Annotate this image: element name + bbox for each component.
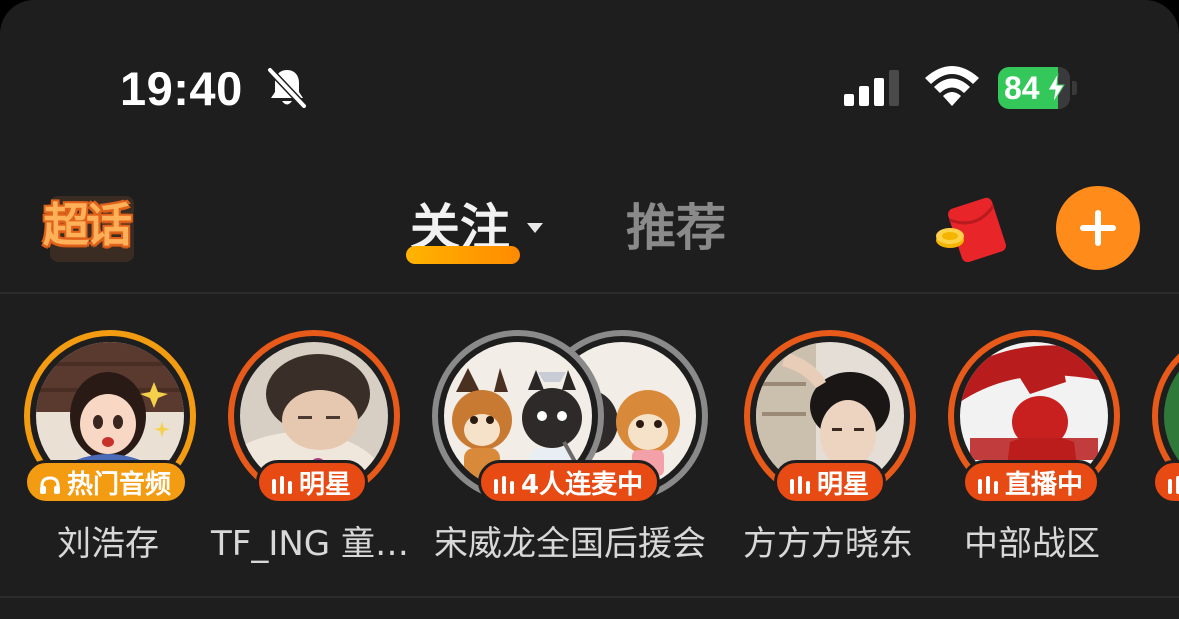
audio-bars-icon (1168, 476, 1179, 494)
story-badge: 明星 (256, 460, 369, 504)
battery-percent: 84 (1004, 70, 1040, 106)
story-badge (1152, 460, 1179, 504)
add-button[interactable] (1056, 186, 1140, 270)
plus-icon (1080, 210, 1116, 246)
story-name: 刘浩存 (57, 524, 159, 564)
story-badge: 直播中 (962, 460, 1101, 504)
story-badge: 4人连麦中 (478, 460, 661, 504)
story-item-partial[interactable] (1150, 330, 1179, 570)
audio-bars-icon (978, 476, 998, 494)
story-item[interactable]: 4人连麦中 宋威龙全国后援会 (420, 330, 720, 570)
section-divider (0, 596, 1179, 598)
story-item[interactable]: 明星 TF_ING 童… (210, 330, 410, 570)
app-screen: 19:40 84 超话 关注 推荐 热门音频 刘浩存 明星 TF_ING 童… … (0, 0, 1179, 619)
wifi-icon (925, 66, 979, 106)
bell-slash-icon (267, 67, 307, 109)
story-badge: 热门音频 (24, 460, 189, 504)
audio-bars-icon (790, 476, 810, 494)
active-tab-indicator (406, 246, 520, 264)
story-name: TF_ING 童… (211, 524, 409, 564)
tab-recommend[interactable]: 推荐 (626, 198, 726, 258)
audio-bars-icon (494, 476, 514, 494)
story-name: 宋威龙全国后援会 (434, 524, 706, 564)
story-item[interactable]: 直播中 中部战区 (932, 330, 1132, 570)
headphones-icon (40, 476, 60, 494)
status-time: 19:40 (120, 62, 243, 115)
battery-indicator: 84 (998, 67, 1077, 109)
story-badge: 明星 (774, 460, 887, 504)
cellular-signal-icon (844, 70, 899, 106)
red-packet-icon[interactable] (934, 196, 1010, 262)
charging-bolt-icon (1047, 73, 1065, 103)
audio-bars-icon (272, 476, 292, 494)
chaohua-logo[interactable]: 超话 (30, 192, 142, 268)
story-name: 中部战区 (964, 524, 1100, 564)
header-divider (0, 292, 1179, 294)
story-item[interactable]: 明星 方方方晓东 (728, 330, 928, 570)
story-name: 方方方晓东 (743, 524, 913, 564)
chevron-down-icon[interactable] (526, 222, 544, 234)
chaohua-logo-text: 超话 (43, 198, 132, 252)
story-item[interactable]: 热门音频 刘浩存 (8, 330, 208, 570)
